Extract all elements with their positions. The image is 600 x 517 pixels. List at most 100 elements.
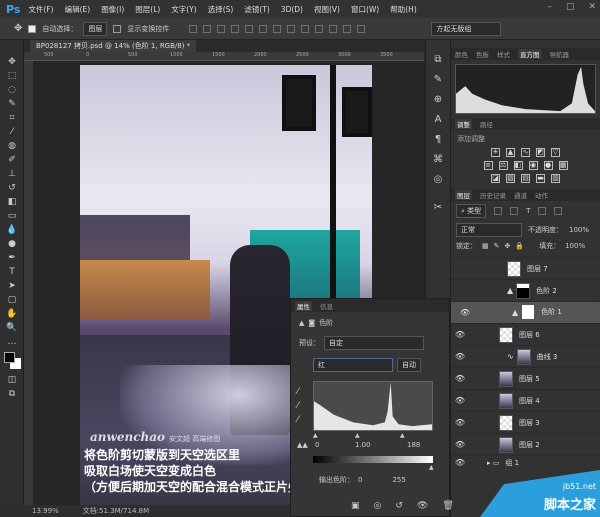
channel-mixer-icon[interactable]: ●	[543, 161, 553, 170]
exposure-icon[interactable]: ◩	[536, 148, 545, 157]
distribute-left-icon[interactable]	[315, 24, 324, 33]
minimize-icon[interactable]: –	[547, 2, 552, 12]
eye-icon[interactable]: 👁	[453, 440, 467, 449]
tab-color[interactable]: 颜色	[455, 49, 468, 59]
photo-filter-icon[interactable]: ◉	[528, 161, 538, 170]
tab-histogram[interactable]: 直方图	[518, 49, 542, 59]
auto-select-dropdown[interactable]: 图层	[83, 21, 108, 36]
input-gamma-value[interactable]: 1.00	[355, 441, 371, 449]
layer-row-selected[interactable]: 👁 ▲ 色阶 1	[451, 301, 600, 323]
quick-mask-icon[interactable]: ◫	[5, 374, 19, 386]
align-left-icon[interactable]	[231, 24, 240, 33]
healing-tool-icon[interactable]: ◍	[5, 140, 19, 152]
color-lookup-icon[interactable]: ▦	[558, 161, 568, 170]
layer-row[interactable]: 👁 图层 4	[451, 389, 600, 411]
type-tool-icon[interactable]: T	[5, 266, 19, 278]
dodge-tool-icon[interactable]: ●	[5, 238, 19, 250]
document-size[interactable]: 文档:51.3M/714.8M	[83, 506, 149, 516]
trash-icon[interactable]: 🗑	[442, 501, 453, 511]
tab-swatches[interactable]: 色板	[476, 49, 489, 59]
posterize-icon[interactable]: ▨	[506, 174, 515, 183]
layer-row[interactable]: 👁 图层 2	[451, 433, 600, 455]
gradient-tool-icon[interactable]: ▭	[5, 210, 19, 222]
distribute-bottom-icon[interactable]	[301, 24, 310, 33]
gamma-slider-handle[interactable]: ▲	[355, 432, 360, 439]
tab-navigator[interactable]: 导航器	[550, 49, 570, 59]
lock-all-icon[interactable]: 🔒	[515, 242, 524, 250]
layer-group-row[interactable]: 👁 ▸ ▭ 组 1	[451, 455, 600, 469]
align-right-icon[interactable]	[259, 24, 268, 33]
character-icon[interactable]: A	[431, 114, 445, 128]
invert-icon[interactable]: ◪	[491, 174, 500, 183]
output-white-value[interactable]: 255	[392, 476, 405, 484]
gray-eyedropper-icon[interactable]: ⁄	[297, 399, 299, 413]
preset-dropdown[interactable]: 自定	[324, 336, 424, 350]
color-swatches[interactable]	[4, 352, 23, 372]
distribute-hcenter-icon[interactable]	[329, 24, 338, 33]
levels-icon[interactable]: ▲	[506, 148, 515, 157]
eyedropper-tool-icon[interactable]: ⁄	[5, 126, 19, 138]
paragraph-icon[interactable]: ¶	[431, 134, 445, 148]
layer-row[interactable]: 图层 7	[451, 257, 600, 279]
eye-icon[interactable]: 👁	[453, 458, 467, 467]
menu-view[interactable]: 视图(V)	[314, 4, 340, 15]
menu-select[interactable]: 选择(S)	[208, 4, 234, 15]
workspace-dropdown[interactable]: 方起无版组	[431, 21, 502, 36]
gradient-map-icon[interactable]: ▬	[536, 174, 545, 183]
eye-icon[interactable]: 👁	[453, 352, 467, 361]
auto-align-icon[interactable]	[357, 24, 366, 33]
eye-icon[interactable]: 👁	[458, 308, 472, 317]
tools-icon[interactable]: ✂	[431, 202, 445, 216]
mask-icon[interactable]: ◙	[308, 319, 315, 327]
menu-layer[interactable]: 图层(L)	[135, 4, 160, 15]
screen-mode-icon[interactable]: ⧉	[5, 388, 19, 400]
distribute-top-icon[interactable]	[273, 24, 282, 33]
clip-to-layer-icon[interactable]: ▣	[351, 501, 360, 511]
menu-type[interactable]: 文字(Y)	[171, 4, 196, 15]
blur-tool-icon[interactable]: 💧	[5, 224, 19, 236]
filter-smart-icon[interactable]	[554, 207, 563, 215]
close-icon[interactable]: ✕	[588, 2, 596, 12]
history-brush-icon[interactable]: ↺	[5, 182, 19, 194]
curves-icon[interactable]: ∿	[521, 148, 530, 157]
stamp-tool-icon[interactable]: ⊥	[5, 168, 19, 180]
path-select-icon[interactable]: ➤	[5, 280, 19, 292]
eye-icon[interactable]: 👁	[453, 396, 467, 405]
output-white-handle[interactable]: ▲	[429, 464, 434, 471]
vibrance-icon[interactable]: ▽	[551, 148, 560, 157]
black-white-icon[interactable]: ◧	[513, 161, 523, 170]
hand-tool-icon[interactable]: ✋	[5, 308, 19, 320]
crop-tool-icon[interactable]: ⌗	[5, 112, 19, 124]
black-slider-handle[interactable]: ▲	[313, 432, 318, 439]
menu-image[interactable]: 图像(I)	[101, 4, 124, 15]
output-black-value[interactable]: 0	[358, 476, 362, 484]
threshold-icon[interactable]: ▤	[521, 174, 530, 183]
auto-select-checkbox[interactable]	[28, 24, 37, 33]
tab-layers[interactable]: 图层	[455, 190, 472, 200]
input-white-value[interactable]: 188	[407, 441, 420, 449]
view-previous-icon[interactable]: ◎	[374, 501, 382, 511]
tab-history[interactable]: 历史记录	[480, 190, 506, 200]
show-transform-checkbox[interactable]	[113, 24, 122, 33]
eye-icon[interactable]: 👁	[453, 418, 467, 427]
history-icon[interactable]: ⧉	[431, 54, 445, 68]
layer-row[interactable]: ▲ 色阶 2	[451, 279, 600, 301]
menu-file[interactable]: 文件(F)	[28, 4, 53, 15]
layer-row[interactable]: 👁 图层 5	[451, 367, 600, 389]
glyph-icon[interactable]: ◎	[431, 174, 445, 188]
menu-filter[interactable]: 滤镜(T)	[244, 4, 269, 15]
distribute-right-icon[interactable]	[343, 24, 352, 33]
opacity-value[interactable]: 100%	[569, 226, 589, 234]
tool-preset-icon[interactable]: ⌘	[431, 154, 445, 168]
eye-icon[interactable]: 👁	[453, 374, 467, 383]
tab-adjustments[interactable]: 调整	[455, 119, 472, 129]
black-eyedropper-icon[interactable]: ⁄	[297, 385, 299, 399]
shape-tool-icon[interactable]: ▢	[5, 294, 19, 306]
zoom-tool-icon[interactable]: 🔍	[5, 322, 19, 334]
layer-row[interactable]: 👁 图层 3	[451, 411, 600, 433]
eraser-tool-icon[interactable]: ◧	[5, 196, 19, 208]
clone-source-icon[interactable]: ⊕	[431, 94, 445, 108]
color-balance-icon[interactable]: ⚖	[498, 161, 508, 170]
reset-icon[interactable]: ↺	[395, 501, 403, 511]
lock-pixels-icon[interactable]: ▦	[482, 242, 489, 250]
